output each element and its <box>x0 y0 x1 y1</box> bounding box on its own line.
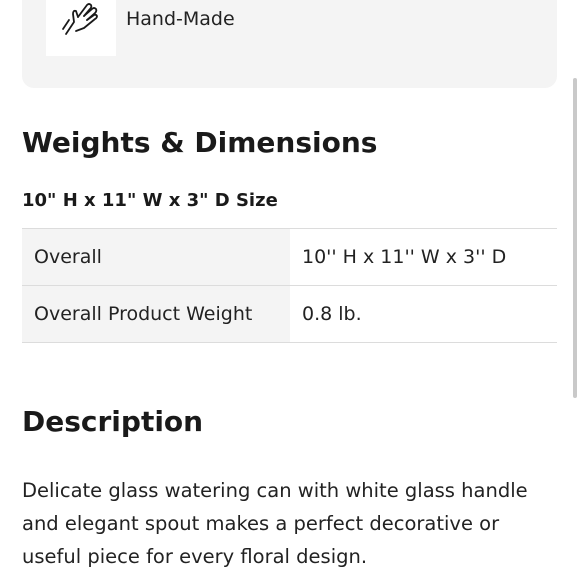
description-heading: Description <box>22 405 204 438</box>
spec-key: Overall Product Weight <box>22 285 290 343</box>
scrollbar[interactable] <box>573 78 577 398</box>
feature-card: Hand-Made <box>22 0 557 88</box>
weights-dimensions-heading: Weights & Dimensions <box>22 126 378 159</box>
feature-icon-box <box>46 0 116 56</box>
spec-key: Overall <box>22 228 290 286</box>
table-row: Overall 10'' H x 11'' W x 3'' D <box>22 228 557 286</box>
description-text: Delicate glass watering can with white g… <box>22 479 528 568</box>
spec-value: 10'' H x 11'' W x 3'' D <box>290 228 557 286</box>
table-row: Overall Product Weight 0.8 lb. <box>22 285 557 343</box>
size-summary: 10" H x 11" W x 3" D Size <box>22 190 278 211</box>
spec-value: 0.8 lb. <box>290 285 557 343</box>
feature-label: Hand-Made <box>126 8 235 30</box>
spec-table: Overall 10'' H x 11'' W x 3'' D Overall … <box>22 228 557 343</box>
